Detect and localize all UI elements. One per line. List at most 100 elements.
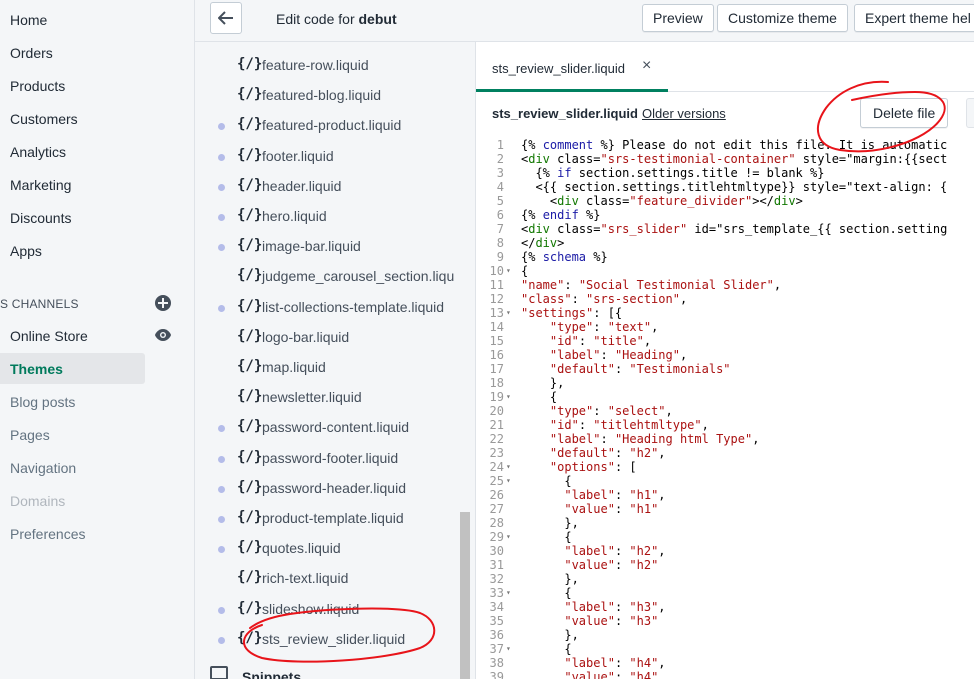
code-line: "options": [ bbox=[549, 460, 637, 474]
nav-item-analytics[interactable]: Analytics bbox=[10, 144, 66, 160]
line-number: 12 bbox=[489, 292, 504, 306]
file-item[interactable]: {/} map.liquid bbox=[195, 357, 457, 379]
liquid-file-icon: {/} bbox=[237, 146, 263, 163]
nav-item-home[interactable]: Home bbox=[10, 12, 47, 28]
modified-dot-icon bbox=[218, 304, 225, 312]
expert-theme-help-button[interactable]: Expert theme hel bbox=[854, 4, 974, 32]
fold-toggle-icon[interactable]: ▾ bbox=[506, 642, 511, 656]
file-item[interactable]: {/} featured-blog.liquid bbox=[195, 85, 457, 107]
line-number: 15 bbox=[489, 334, 504, 348]
modified-dot-icon bbox=[218, 546, 225, 554]
nav-item-products[interactable]: Products bbox=[10, 78, 65, 94]
file-item[interactable]: {/} footer.liquid bbox=[195, 146, 457, 168]
tab-sts-review-slider[interactable]: sts_review_slider.liquid × bbox=[476, 42, 668, 92]
fold-toggle-icon[interactable]: ▾ bbox=[506, 474, 511, 488]
line-number: 31 bbox=[489, 558, 504, 572]
line-number: 28 bbox=[489, 516, 504, 530]
fold-toggle-icon[interactable]: ▾ bbox=[506, 264, 511, 278]
delete-file-button[interactable]: Delete file bbox=[860, 98, 949, 128]
file-item[interactable]: {/} quotes.liquid bbox=[195, 538, 457, 560]
fold-toggle-icon[interactable]: ▾ bbox=[506, 306, 511, 320]
add-channel-icon[interactable] bbox=[155, 295, 171, 311]
line-number: 19 bbox=[489, 390, 504, 404]
file-item[interactable]: {/} feature-row.liquid bbox=[195, 55, 457, 77]
code-line: "id": "titlehtmltype", bbox=[549, 418, 709, 432]
file-item[interactable]: {/} image-bar.liquid bbox=[195, 236, 457, 258]
file-item[interactable]: {/} header.liquid bbox=[195, 176, 457, 198]
line-number: 37 bbox=[489, 642, 504, 656]
code-line: }, bbox=[521, 572, 579, 586]
page-title-prefix: Edit code for bbox=[276, 11, 355, 27]
file-item[interactable]: {/} slideshow.liquid bbox=[195, 599, 457, 621]
modified-dot-icon bbox=[218, 455, 225, 463]
tree-scrollbar-thumb[interactable] bbox=[460, 512, 470, 679]
nav-item-preferences[interactable]: Preferences bbox=[10, 526, 85, 542]
code-line: }, bbox=[521, 516, 579, 530]
arrow-left-icon bbox=[218, 11, 233, 25]
code-line: "default": "Testimonials" bbox=[549, 362, 731, 376]
liquid-file-icon: {/} bbox=[237, 629, 263, 646]
customize-theme-button[interactable]: Customize theme bbox=[717, 4, 848, 32]
nav-item-blog-posts[interactable]: Blog posts bbox=[10, 394, 75, 410]
file-item[interactable]: {/} featured-product.liquid bbox=[195, 115, 457, 137]
file-name: featured-product.liquid bbox=[262, 117, 402, 134]
line-number: 7 bbox=[496, 222, 504, 236]
older-versions-link[interactable]: Older versions bbox=[642, 106, 726, 121]
nav-item-orders[interactable]: Orders bbox=[10, 45, 53, 61]
file-item[interactable]: {/} judgeme_carousel_section.liqu bbox=[195, 266, 457, 288]
liquid-file-icon: {/} bbox=[237, 478, 263, 495]
nav-item-themes[interactable]: Themes bbox=[10, 361, 63, 377]
nav-item-marketing[interactable]: Marketing bbox=[10, 177, 71, 193]
code-area[interactable]: 1 2 3 4 5 6 7 8 9 10 ▾ 11 12 13 ▾ 14 15 16 17 18 19 ▾ 20 21 22 23… bbox=[476, 136, 974, 679]
file-item[interactable]: {/} rich-text.liquid bbox=[195, 568, 457, 590]
code-line: {% if section.settings.title != blank %} bbox=[521, 166, 825, 180]
modified-dot-icon bbox=[218, 425, 225, 433]
eye-icon[interactable] bbox=[154, 328, 172, 347]
file-item[interactable]: {/} hero.liquid bbox=[195, 206, 457, 228]
line-number: 9 bbox=[496, 250, 504, 264]
close-icon[interactable]: × bbox=[642, 57, 651, 75]
editor-tab-bar: sts_review_slider.liquid × bbox=[476, 42, 974, 92]
file-name: feature-row.liquid bbox=[262, 57, 369, 73]
fold-toggle-icon[interactable]: ▾ bbox=[506, 530, 511, 544]
file-item[interactable]: {/} password-footer.liquid bbox=[195, 448, 457, 470]
file-item[interactable]: {/} newsletter.liquid bbox=[195, 387, 457, 409]
code-line: "default": "h2", bbox=[549, 446, 666, 460]
modified-dot-icon bbox=[218, 214, 225, 221]
file-item[interactable]: {/} product-template.liquid bbox=[195, 508, 457, 530]
nav-item-customers[interactable]: Customers bbox=[10, 111, 78, 127]
modified-dot-icon bbox=[218, 516, 225, 523]
file-item[interactable]: {/} list-collections-template.liquid bbox=[195, 297, 457, 319]
liquid-file-icon: {/} bbox=[237, 207, 263, 223]
code-line: }, bbox=[521, 628, 579, 642]
nav-item-pages[interactable]: Pages bbox=[10, 427, 50, 443]
file-name: sts_review_slider.liquid bbox=[262, 630, 406, 647]
fold-toggle-icon[interactable]: ▾ bbox=[506, 390, 511, 404]
code-line: "label": "h1", bbox=[564, 488, 666, 502]
file-item[interactable]: {/} password-header.liquid bbox=[195, 478, 457, 500]
file-name: featured-blog.liquid bbox=[262, 87, 382, 104]
line-number: 8 bbox=[496, 236, 504, 250]
liquid-file-icon: {/} bbox=[237, 116, 263, 133]
folder-label-snippets[interactable]: Snippets bbox=[242, 669, 301, 679]
line-number: 4 bbox=[496, 180, 504, 194]
modified-dot-icon bbox=[218, 606, 225, 614]
nav-item-apps[interactable]: Apps bbox=[10, 243, 42, 259]
file-name: sts_review_slider.liquid bbox=[492, 106, 638, 121]
folder-icon bbox=[210, 666, 228, 679]
file-name: footer.liquid bbox=[262, 147, 334, 164]
back-button[interactable] bbox=[210, 2, 242, 34]
file-item[interactable]: {/} password-content.liquid bbox=[195, 417, 457, 439]
admin-sidebar: Home Orders Products Customers Analytics… bbox=[0, 0, 195, 679]
file-name: header.liquid bbox=[262, 177, 342, 194]
code-line: </div> bbox=[521, 236, 565, 250]
file-item[interactable]: {/} logo-bar.liquid bbox=[195, 327, 457, 349]
fold-toggle-icon[interactable]: ▾ bbox=[506, 460, 511, 474]
nav-item-online-store[interactable]: Online Store bbox=[10, 328, 88, 344]
file-item[interactable]: {/} sts_review_slider.liquid bbox=[195, 629, 457, 651]
nav-item-navigation[interactable]: Navigation bbox=[10, 460, 76, 476]
nav-item-discounts[interactable]: Discounts bbox=[10, 210, 71, 226]
fold-toggle-icon[interactable]: ▾ bbox=[506, 586, 511, 600]
preview-button[interactable]: Preview bbox=[642, 4, 714, 32]
line-number: 14 bbox=[489, 320, 504, 334]
